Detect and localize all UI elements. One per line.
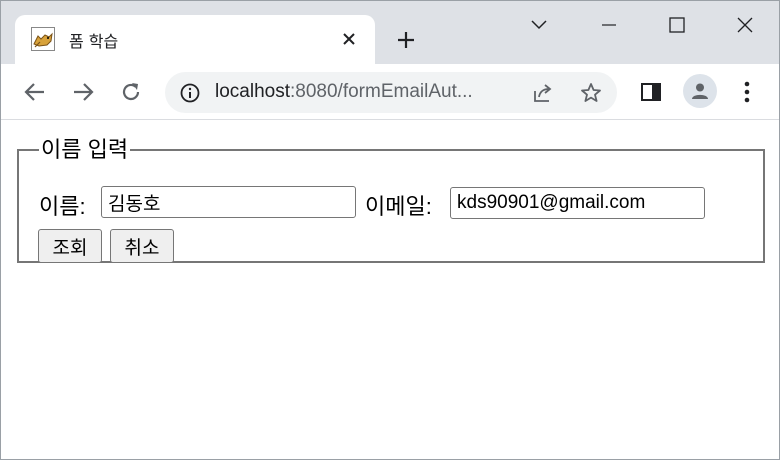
star-icon[interactable] [579,81,603,105]
active-tab[interactable]: 폼 학습 [15,15,375,64]
form-row: 이름: 이메일: [39,186,759,223]
name-label: 이름: [39,194,86,219]
tab-title: 폼 학습 [69,32,119,51]
plus-icon[interactable] [394,28,418,52]
url-host: localhost [215,81,290,102]
forward-arrow-icon[interactable] [67,76,99,108]
browser-toolbar: localhost:8080/formEmailAut... [1,64,779,120]
close-tab-icon[interactable] [338,28,360,50]
minimize-icon[interactable] [589,9,629,41]
site-info-icon[interactable] [179,82,201,104]
address-bar[interactable]: localhost:8080/formEmailAut... [165,72,617,113]
kebab-menu-icon[interactable] [731,76,763,108]
maximize-icon[interactable] [657,9,697,41]
close-window-icon[interactable] [725,9,765,41]
tab-strip: 폼 학습 [1,1,779,64]
share-icon[interactable] [531,81,555,105]
page-content: 이름 입력 이름: 이메일: 조회 취소 [1,121,779,459]
url-text[interactable]: localhost:8080/formEmailAut... [215,81,511,103]
fieldset-legend: 이름 입력 [41,137,129,162]
reset-button[interactable]: 취소 [110,229,174,263]
chevron-down-icon[interactable] [519,9,559,41]
side-panel-icon[interactable] [635,76,667,108]
reload-icon[interactable] [115,76,147,108]
name-input-fieldset: 이름 입력 이름: 이메일: 조회 취소 [17,139,765,263]
back-arrow-icon[interactable] [19,76,51,108]
submit-button[interactable]: 조회 [38,229,102,263]
email-label: 이메일: [365,194,432,219]
email-input[interactable] [450,187,705,219]
tomcat-favicon-icon [31,27,55,51]
url-path: :8080/formEmailAut... [290,81,473,102]
profile-avatar-icon[interactable] [683,74,717,108]
name-input[interactable] [101,186,356,218]
